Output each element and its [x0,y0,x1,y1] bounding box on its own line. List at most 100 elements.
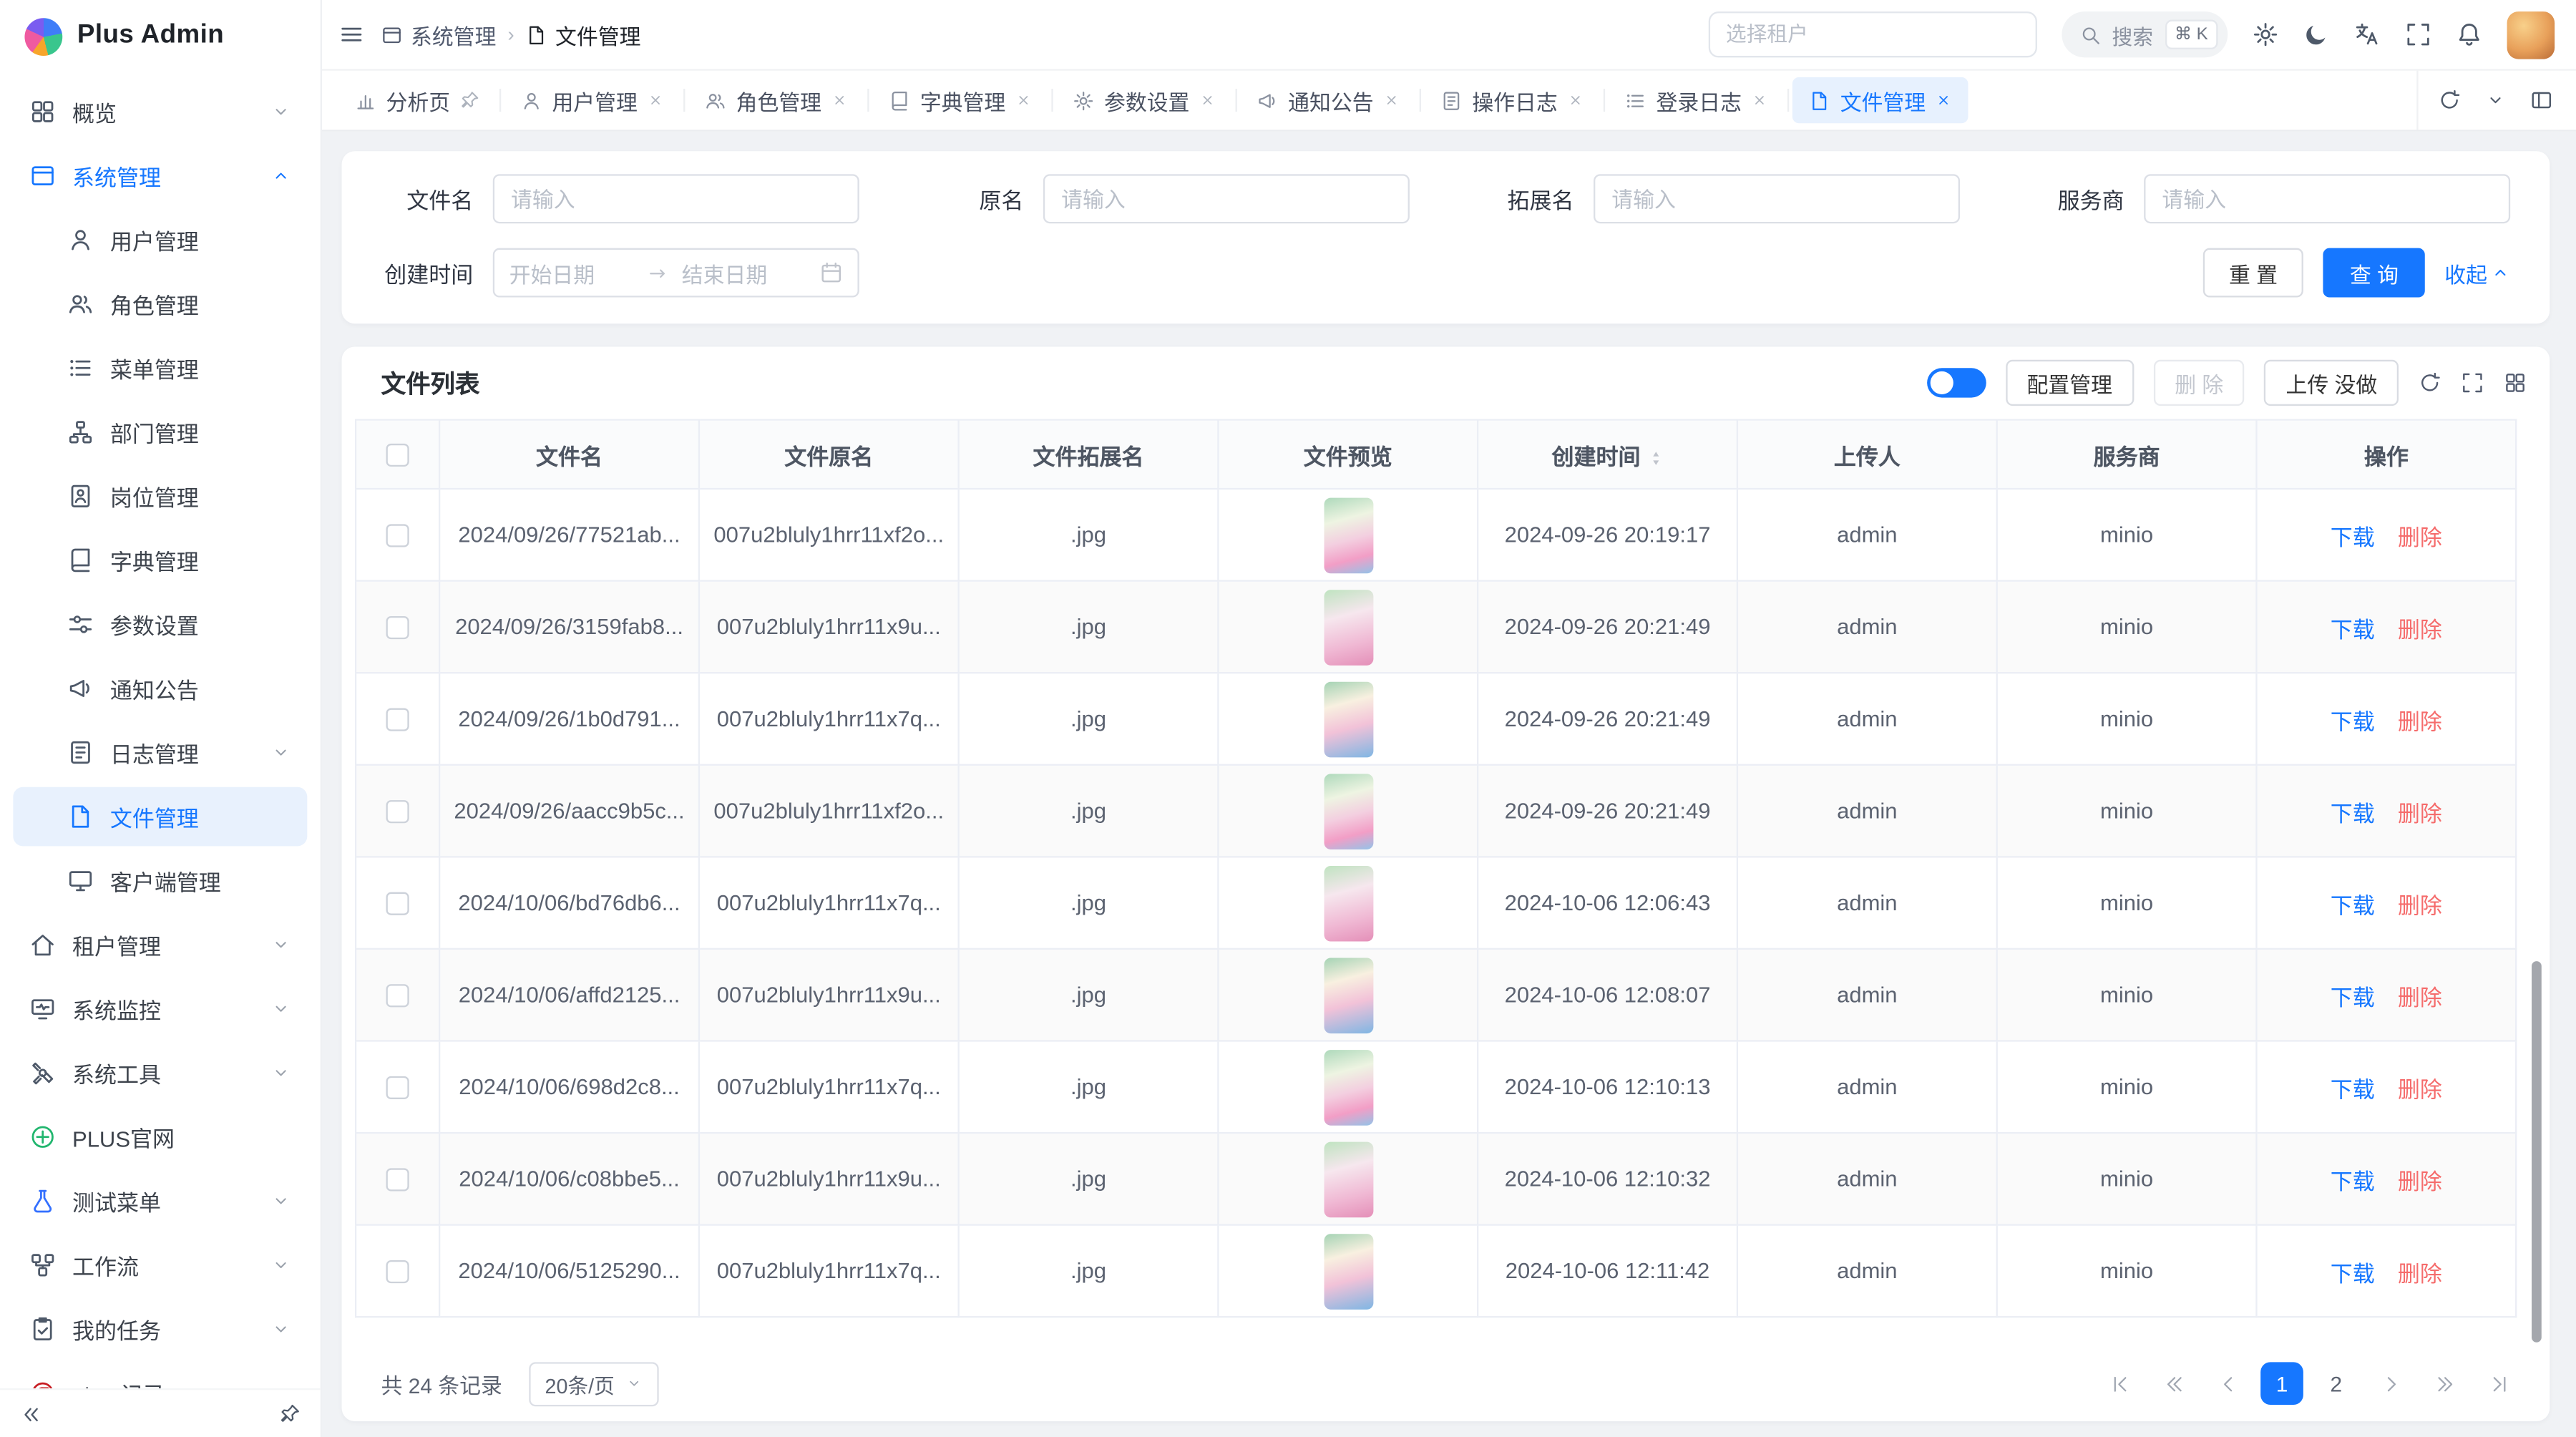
sidebar-item-param-settings[interactable]: 参数设置 [13,595,307,654]
sidebar-item-dict-management[interactable]: 字典管理 [13,531,307,590]
next-5-pages-button[interactable] [2423,1362,2466,1405]
original-name-input[interactable] [1043,174,1410,223]
download-link[interactable]: 下载 [2331,525,2375,550]
notifications-bell-icon[interactable] [2456,21,2482,48]
delete-link[interactable]: 删除 [2398,1261,2442,1285]
sidebar-item-system-tools[interactable]: 系统工具 [13,1043,307,1103]
reset-button[interactable]: 重 置 [2202,248,2303,298]
file-preview-thumbnail[interactable] [1323,773,1372,849]
last-page-button[interactable] [2477,1362,2520,1405]
toggle-switch[interactable] [1927,368,1986,397]
layout-panel-icon[interactable] [2530,89,2553,112]
sidebar-item-role-management[interactable]: 角色管理 [13,274,307,333]
tab-analytics[interactable]: 分析页 [338,77,496,123]
tab-param-settings[interactable]: 参数设置 [1056,77,1232,123]
close-icon[interactable] [831,92,848,109]
sidebar-item-my-tasks[interactable]: 我的任务 [13,1300,307,1359]
close-icon[interactable] [1752,92,1768,109]
config-management-button[interactable]: 配置管理 [2006,360,2134,406]
dark-mode-moon-icon[interactable] [2303,21,2330,48]
page-1-button[interactable]: 1 [2260,1362,2303,1405]
hamburger-menu-icon[interactable] [338,21,365,48]
download-link[interactable]: 下载 [2331,1169,2375,1194]
row-checkbox[interactable] [386,892,409,915]
collapse-filter-link[interactable]: 收起 [2444,257,2510,288]
tab-notice[interactable]: 通知公告 [1241,77,1417,123]
tab-login-log[interactable]: 登录日志 [1609,77,1785,123]
row-checkbox[interactable] [386,708,409,731]
settings-gear-icon[interactable] [2253,21,2279,48]
column-settings-grid-icon[interactable] [2504,371,2527,394]
delete-link[interactable]: 删除 [2398,1077,2442,1101]
row-checkbox[interactable] [386,801,409,824]
tab-file-management[interactable]: 文件管理 [1792,77,1968,123]
download-link[interactable]: 下载 [2331,985,2375,1009]
delete-link[interactable]: 删除 [2398,525,2442,550]
page-2-button[interactable]: 2 [2315,1362,2358,1405]
row-checkbox[interactable] [386,616,409,639]
file-preview-thumbnail[interactable] [1323,681,1372,757]
sidebar-item-notice[interactable]: 通知公告 [13,659,307,718]
sidebar-item-client-management[interactable]: 客户端管理 [13,851,307,910]
tab-role-management[interactable]: 角色管理 [688,77,864,123]
delete-link[interactable]: 删除 [2398,985,2442,1009]
close-icon[interactable] [1015,92,1032,109]
select-all-checkbox[interactable] [386,444,409,467]
upload-button[interactable]: 上传 没做 [2265,360,2399,406]
sidebar-item-workflow[interactable]: 工作流 [13,1236,307,1295]
sidebar-item-file-management[interactable]: 文件管理 [13,787,307,847]
delete-link[interactable]: 删除 [2398,709,2442,734]
delete-link[interactable]: 删除 [2398,801,2442,825]
global-search[interactable]: 搜索 ⌘ K [2061,11,2228,57]
next-page-button[interactable] [2369,1362,2412,1405]
file-preview-thumbnail[interactable] [1323,1141,1372,1217]
delete-link[interactable]: 删除 [2398,893,2442,917]
close-icon[interactable] [1568,92,1584,109]
collapse-sidebar-icon[interactable] [20,1403,43,1426]
user-avatar[interactable] [2507,11,2555,59]
search-button[interactable]: 查 询 [2323,248,2424,298]
sidebar-item-overview[interactable]: 概览 [13,82,307,142]
pin-icon[interactable] [460,90,480,110]
provider-input[interactable] [2144,174,2510,223]
sidebar-item-plus-website[interactable]: PLUS官网 [13,1107,307,1166]
sidebar-item-department-management[interactable]: 部门管理 [13,403,307,462]
fullscreen-icon[interactable] [2405,21,2431,48]
file-preview-thumbnail[interactable] [1323,1233,1372,1309]
close-icon[interactable] [1199,92,1216,109]
col-created-time[interactable]: 创建时间 [1478,420,1737,489]
sidebar-item-menu-management[interactable]: 菜单管理 [13,338,307,398]
download-link[interactable]: 下载 [2331,801,2375,825]
filename-input[interactable] [493,174,859,223]
close-icon[interactable] [648,92,664,109]
row-checkbox[interactable] [386,1260,409,1283]
sort-icon[interactable] [1647,449,1664,466]
date-range-picker[interactable]: 开始日期 结束日期 [493,248,859,298]
chevron-down-icon[interactable] [2486,90,2506,110]
download-link[interactable]: 下载 [2331,617,2375,641]
delete-link[interactable]: 删除 [2398,1169,2442,1194]
sidebar-item-user-management[interactable]: 用户管理 [13,210,307,270]
row-checkbox[interactable] [386,525,409,547]
close-icon[interactable] [1383,92,1400,109]
delete-button[interactable]: 删 除 [2153,360,2245,406]
sidebar-item-tenant-management[interactable]: 租户管理 [13,915,307,975]
table-scrollbar-thumb[interactable] [2532,961,2542,1343]
download-link[interactable]: 下载 [2331,709,2375,734]
prev-page-button[interactable] [2206,1362,2249,1405]
tab-dict-management[interactable]: 字典管理 [872,77,1048,123]
refresh-icon[interactable] [2419,371,2441,394]
extension-input[interactable] [1594,174,1960,223]
sidebar-item-test-menu[interactable]: 测试菜单 [13,1171,307,1231]
row-checkbox[interactable] [386,985,409,1008]
file-preview-thumbnail[interactable] [1323,865,1372,941]
file-preview-thumbnail[interactable] [1323,1049,1372,1125]
sidebar-item-system-monitor[interactable]: 系统监控 [13,979,307,1038]
pin-sidebar-icon[interactable] [279,1403,301,1425]
sidebar-item-system-management[interactable]: 系统管理 [13,146,307,205]
language-translate-icon[interactable] [2354,21,2381,48]
refresh-icon[interactable] [2438,89,2461,112]
breadcrumb-system-management[interactable]: 系统管理 [381,19,497,50]
fullscreen-icon[interactable] [2461,371,2484,394]
download-link[interactable]: 下载 [2331,893,2375,917]
